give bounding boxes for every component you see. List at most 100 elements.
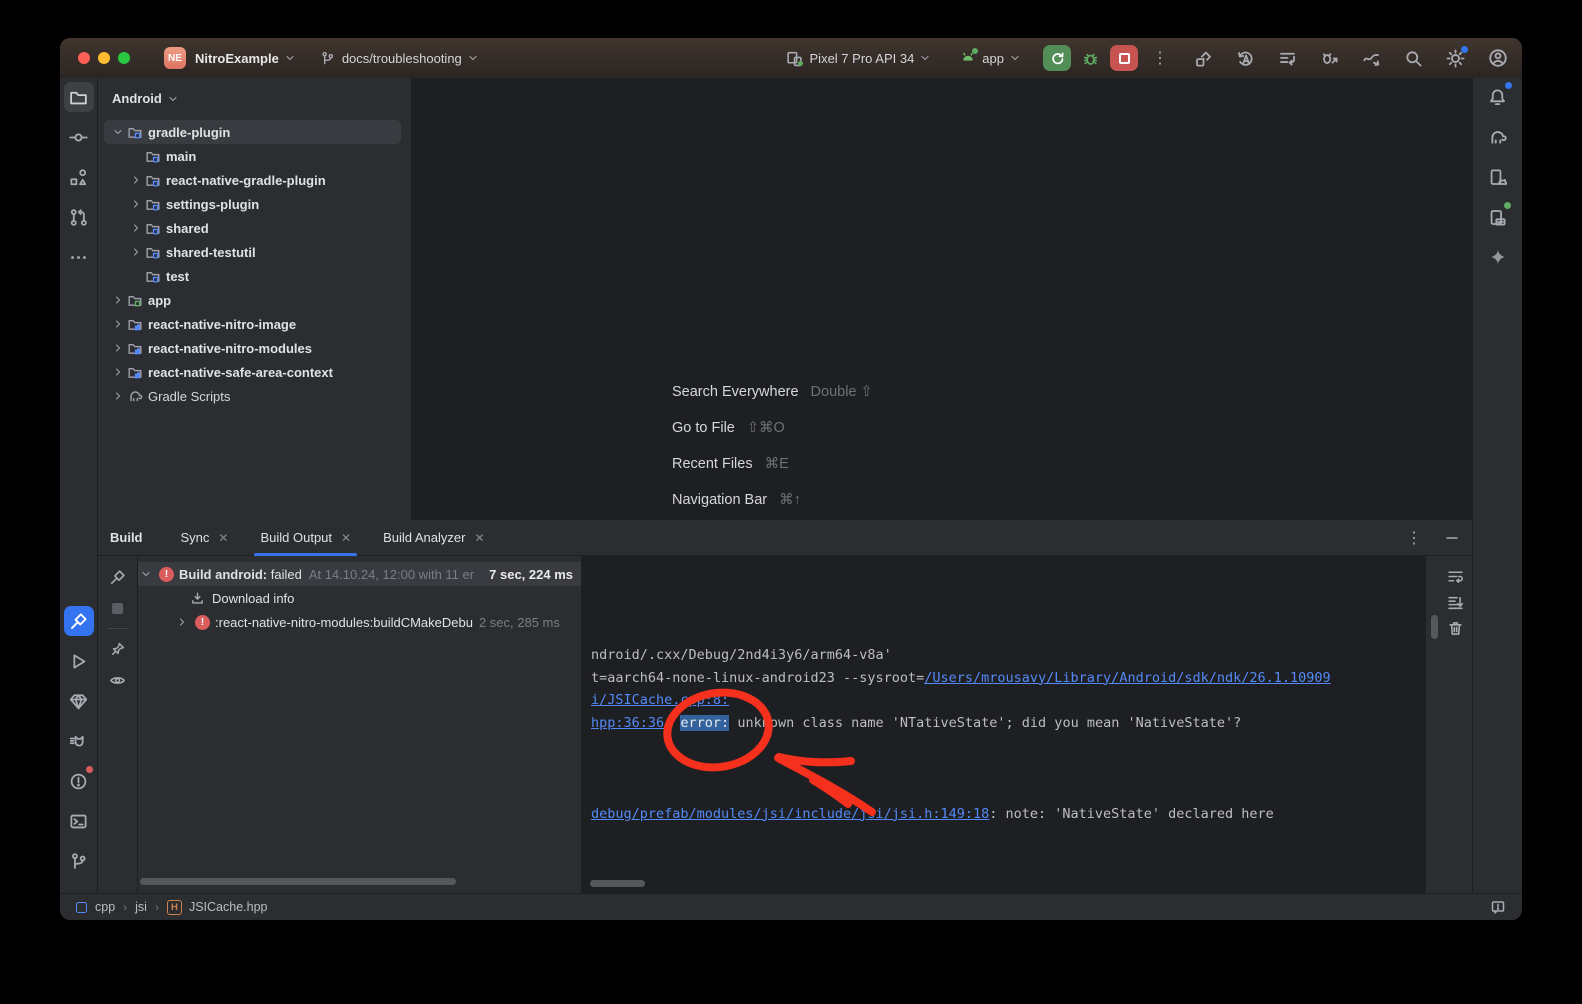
- logcat-tool-button[interactable]: [64, 726, 94, 756]
- console-file-link[interactable]: i/JSICache.cpp:8:: [591, 692, 729, 708]
- pin-tab-button[interactable]: [98, 636, 137, 662]
- build-project-icon[interactable]: [1194, 49, 1213, 68]
- project-tree-item-react-native-nitro-modules[interactable]: react-native-nitro-modules: [104, 336, 401, 360]
- project-tree-item-react-native-safe-area-context[interactable]: react-native-safe-area-context: [104, 360, 401, 384]
- build-options-menu[interactable]: ⋮: [1406, 528, 1422, 548]
- project-tree-item-main[interactable]: main: [104, 144, 401, 168]
- tab-build-output[interactable]: Build Output✕: [254, 520, 357, 556]
- hide-tool-window-button[interactable]: [1444, 530, 1460, 546]
- close-tab-icon[interactable]: ✕: [341, 531, 351, 545]
- branch-selector[interactable]: docs/troubleshooting: [320, 51, 479, 66]
- chevron-down-icon[interactable]: [138, 568, 154, 580]
- console-line: debug/prefab/modules/jsi/include/jsi/jsi…: [591, 803, 1331, 826]
- running-devices-button[interactable]: [1483, 202, 1513, 232]
- view-options-button[interactable]: [98, 667, 137, 693]
- run-tool-button[interactable]: [64, 646, 94, 676]
- chevron-right-icon[interactable]: [110, 388, 126, 404]
- build-result-label: Build android:: [179, 567, 267, 582]
- problems-tool-button[interactable]: [64, 766, 94, 796]
- status-hint-icon[interactable]: [1490, 899, 1506, 915]
- rerun-build-button[interactable]: [98, 564, 137, 590]
- chevron-right-icon[interactable]: [174, 616, 190, 628]
- tree-item-label: main: [166, 149, 196, 164]
- project-view-selector[interactable]: Android: [98, 78, 411, 106]
- stop-build-button[interactable]: [98, 595, 137, 621]
- project-tree-item-gradle-plugin[interactable]: gradle-plugin: [104, 120, 401, 144]
- breadcrumb-file[interactable]: JSICache.hpp: [189, 900, 268, 914]
- close-tab-icon[interactable]: ✕: [474, 531, 484, 545]
- shortcut-action: Search Everywhere: [672, 384, 799, 400]
- console-vertical-scrollbar[interactable]: [1431, 615, 1438, 639]
- profile-account-icon[interactable]: [1488, 48, 1508, 68]
- search-everywhere-icon[interactable]: [1404, 49, 1423, 68]
- chevron-down-icon[interactable]: [110, 124, 126, 140]
- console-file-link[interactable]: hpp:36:36: [591, 715, 664, 731]
- project-tool-button[interactable]: [64, 82, 94, 112]
- commit-tool-button[interactable]: [64, 122, 94, 152]
- tab-build-analyzer[interactable]: Build Analyzer✕: [377, 520, 490, 556]
- project-selector[interactable]: NitroExample: [186, 51, 296, 66]
- project-tree-item-react-native-nitro-image[interactable]: react-native-nitro-image: [104, 312, 401, 336]
- project-tree-item-test[interactable]: test: [104, 264, 401, 288]
- pull-requests-tool-button[interactable]: [64, 202, 94, 232]
- version-control-tool-button[interactable]: [64, 846, 94, 876]
- run-configuration-selector[interactable]: app: [959, 50, 1021, 66]
- project-tree-item-app[interactable]: app: [104, 288, 401, 312]
- clear-all-icon[interactable]: [1447, 620, 1464, 637]
- maximize-window-button[interactable]: [118, 52, 130, 64]
- tree-horizontal-scrollbar[interactable]: [140, 878, 456, 885]
- notifications-button[interactable]: [1483, 82, 1513, 112]
- project-tree-item-gradle-scripts[interactable]: Gradle Scripts: [104, 384, 401, 408]
- download-info-row[interactable]: Download info: [138, 586, 581, 610]
- apply-code-changes-icon[interactable]: [1278, 49, 1297, 68]
- download-info-label: Download info: [212, 591, 294, 606]
- attach-debugger-icon[interactable]: [1320, 49, 1339, 68]
- more-tool-windows-button[interactable]: [64, 242, 94, 272]
- project-tree-item-shared-testutil[interactable]: shared-testutil: [104, 240, 401, 264]
- chevron-right-icon[interactable]: [128, 172, 144, 188]
- soft-wrap-icon[interactable]: [1447, 568, 1464, 585]
- console-file-link[interactable]: /Users/mrousavy/Library/Android/sdk/ndk/…: [924, 670, 1330, 686]
- chevron-right-icon[interactable]: [128, 220, 144, 236]
- stop-button[interactable]: [1110, 45, 1138, 71]
- tree-item-label: react-native-safe-area-context: [148, 365, 333, 380]
- rerun-button[interactable]: [1043, 45, 1071, 71]
- structure-tool-button[interactable]: [64, 162, 94, 192]
- console-horizontal-scrollbar[interactable]: [590, 880, 645, 887]
- app-quality-insights-tool-button[interactable]: [64, 686, 94, 716]
- assistant-sparkle-button[interactable]: [1483, 242, 1513, 272]
- console-file-link[interactable]: debug/prefab/modules/jsi/include/jsi/jsi…: [591, 806, 989, 822]
- apply-changes-icon[interactable]: [1236, 49, 1255, 68]
- chevron-right-icon[interactable]: [128, 196, 144, 212]
- close-tab-icon[interactable]: ✕: [218, 531, 228, 545]
- tab-sync[interactable]: Sync✕: [175, 520, 235, 556]
- chevron-right-icon[interactable]: [110, 340, 126, 356]
- scroll-to-end-icon[interactable]: [1447, 594, 1464, 611]
- terminal-tool-button[interactable]: [64, 806, 94, 836]
- close-window-button[interactable]: [78, 52, 90, 64]
- chevron-right-icon[interactable]: [128, 244, 144, 260]
- debug-button[interactable]: [1082, 50, 1099, 67]
- build-tool-button[interactable]: [64, 606, 94, 636]
- build-result-row[interactable]: ! Build android: failed At 14.10.24, 12:…: [138, 562, 581, 586]
- project-tree-item-shared[interactable]: shared: [104, 216, 401, 240]
- chevron-right-icon[interactable]: [110, 364, 126, 380]
- project-tree-item-react-native-gradle-plugin[interactable]: react-native-gradle-plugin: [104, 168, 401, 192]
- console-line: ndroid/.cxx/Debug/2nd4i3y6/arm64-v8a': [591, 644, 1331, 667]
- device-manager-button[interactable]: [1483, 162, 1513, 192]
- lib-folder-icon: [126, 340, 144, 356]
- breadcrumb-folder[interactable]: cpp: [95, 900, 115, 914]
- minimize-window-button[interactable]: [98, 52, 110, 64]
- build-console: ndroid/.cxx/Debug/2nd4i3y6/arm64-v8a't=a…: [581, 556, 1425, 893]
- device-selector[interactable]: Pixel 7 Pro API 34: [786, 50, 932, 67]
- project-tree-item-settings-plugin[interactable]: settings-plugin: [104, 192, 401, 216]
- breadcrumb-subfolder[interactable]: jsi: [135, 900, 147, 914]
- branch-name: docs/troubleshooting: [342, 51, 462, 66]
- chevron-right-icon[interactable]: [110, 292, 126, 308]
- gradle-tool-button[interactable]: [1483, 122, 1513, 152]
- failed-task-row[interactable]: ! :react-native-nitro-modules:buildCMake…: [138, 610, 581, 634]
- profiler-icon[interactable]: [1362, 49, 1381, 68]
- more-actions-menu[interactable]: ⋮: [1152, 48, 1168, 68]
- settings-icon[interactable]: [1446, 49, 1465, 68]
- chevron-right-icon[interactable]: [110, 316, 126, 332]
